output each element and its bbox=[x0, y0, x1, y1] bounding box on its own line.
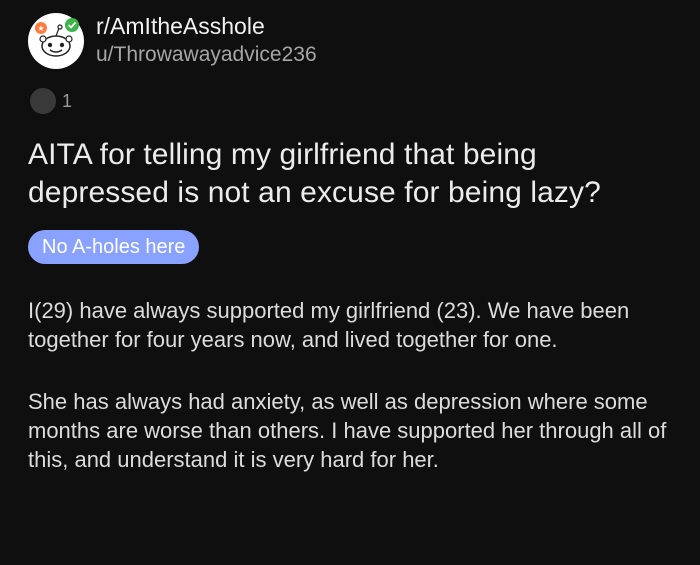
award-icon bbox=[30, 88, 56, 114]
subreddit-avatar-icon[interactable]: ★ bbox=[28, 12, 84, 69]
subreddit-name[interactable]: r/AmItheAsshole bbox=[96, 12, 317, 40]
post-title: AITA for telling my girlfriend that bein… bbox=[28, 138, 601, 209]
svg-text:★: ★ bbox=[37, 24, 44, 33]
post-meta: r/AmItheAsshole u/Throwawayadvice236 bbox=[96, 12, 317, 69]
award-count: 1 bbox=[62, 90, 73, 111]
post-body: I(29) have always supported my girlfrien… bbox=[28, 296, 678, 507]
post-header: ★ r/AmItheAsshole u/Throwawayadvice236 bbox=[28, 12, 317, 69]
post-paragraph: She has always had anxiety, as well as d… bbox=[28, 389, 667, 472]
author-username[interactable]: u/Throwawayadvice236 bbox=[96, 41, 317, 69]
award-row[interactable]: 1 bbox=[30, 88, 72, 114]
post-paragraph: I(29) have always supported my girlfrien… bbox=[28, 298, 630, 352]
post-flair[interactable]: No A-holes here bbox=[28, 230, 200, 264]
